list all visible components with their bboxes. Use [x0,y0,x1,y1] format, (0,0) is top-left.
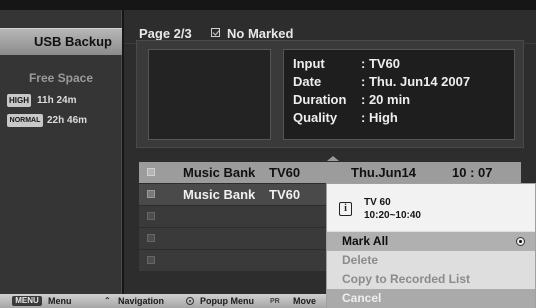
row-checkbox[interactable] [147,234,155,242]
list-header: Page 2/3 No Marked [124,10,536,44]
usb-backup-tab[interactable]: USB Backup [0,28,122,55]
recording-channel: TV60 [269,165,301,180]
row-checkbox[interactable] [147,190,155,198]
help-bar: MENU Menu ⌃ Navigation Popup Menu PR Mov… [0,294,326,308]
popup-channel: TV 60 [364,197,391,208]
navigation-arrows-icon: ⌃ [104,296,111,305]
ok-button-icon [186,297,194,305]
popup-menu: i TV 60 10:20~10:40 Mark All Delete Copy… [326,183,536,308]
free-space-normal: NORMAL 22h 46m [7,114,119,128]
free-space-high: HIGH 11h 24m [7,94,119,108]
help-menu: Menu [48,296,72,306]
info-icon: i [339,202,352,216]
preview-thumbnail [148,49,271,140]
popup-header: i TV 60 10:20~10:40 [327,184,535,231]
popup-time-range: 10:20~10:40 [364,210,421,221]
help-move: Move [293,296,317,306]
row-checkbox[interactable] [147,168,155,176]
help-popup-menu: Popup Menu [200,296,254,306]
free-space-label: Free Space [28,71,94,85]
high-quality-badge: HIGH [7,94,31,107]
normal-quality-time: 22h 46m [47,115,88,126]
recording-info-panel: Input: TV60 Date: Thu. Jun14 2007 Durati… [136,40,524,148]
info-quality: Quality: High [293,110,398,125]
recording-date: Thu.Jun14 [351,165,417,180]
help-navigation: Navigation [118,296,165,306]
page-indicator: Page 2/3 [139,26,192,41]
recording-title: Music Bank [183,187,256,202]
recording-title: Music Bank [183,165,256,180]
sidebar: USB Backup Free Space HIGH 11h 24m NORMA… [0,10,122,296]
usb-backup-tab-label: USB Backup [33,34,112,49]
info-input: Input: TV60 [293,56,401,71]
high-quality-time: 11h 24m [37,95,77,106]
recording-time: 10 : 07 [452,165,493,180]
menu-key-icon: MENU [12,296,42,306]
row-checkbox[interactable] [147,212,155,220]
scroll-up-arrow-icon[interactable] [327,156,339,161]
delete-option[interactable]: Delete [327,251,535,270]
row-checkbox[interactable] [147,256,155,264]
info-date: Date: Thu. Jun14 2007 [293,74,471,89]
info-duration: Duration: 20 min [293,92,411,107]
recording-details: Input: TV60 Date: Thu. Jun14 2007 Durati… [283,49,515,140]
usb-backup-screen: USB Backup Free Space HIGH 11h 24m NORMA… [0,0,536,308]
recording-row[interactable]: Music Bank TV60 Thu.Jun14 10 : 07 [139,162,521,183]
recording-channel: TV60 [269,187,301,202]
mark-all-label: Mark All [342,234,389,248]
cancel-option[interactable]: Cancel [327,289,535,308]
program-key-icon: PR [270,298,280,305]
mark-checkbox-icon [211,28,220,37]
normal-quality-badge: NORMAL [7,114,43,127]
copy-to-recorded-list-option[interactable]: Copy to Recorded List [327,270,535,289]
mark-status: No Marked [227,26,294,41]
mark-all-option[interactable]: Mark All [327,232,535,251]
radio-selected-icon [516,237,525,246]
